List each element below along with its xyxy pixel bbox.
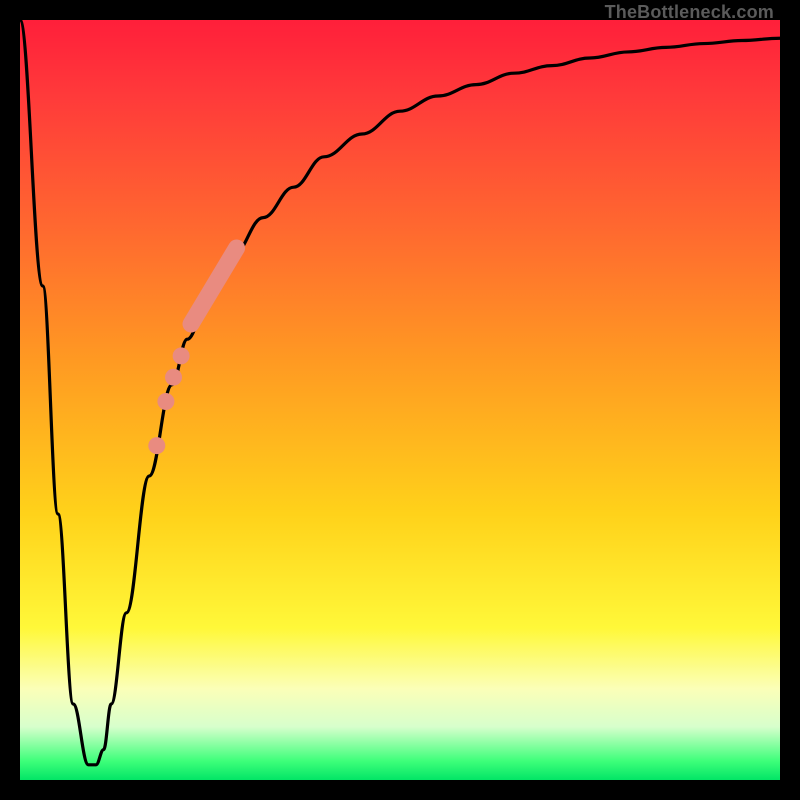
highlight-markers bbox=[20, 20, 780, 780]
highlight-dot bbox=[173, 347, 190, 364]
highlight-dot bbox=[165, 369, 182, 386]
chart-stage: TheBottleneck.com bbox=[0, 0, 800, 800]
plot-area bbox=[20, 20, 780, 780]
highlight-dot bbox=[157, 393, 174, 410]
highlight-dot bbox=[148, 437, 165, 454]
